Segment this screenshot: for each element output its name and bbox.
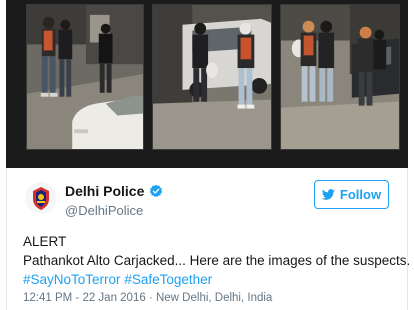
- meta-separator: ·: [145, 292, 156, 304]
- hashtag-link[interactable]: #SafeTogether: [124, 272, 212, 287]
- display-name[interactable]: Delhi Police: [65, 183, 144, 199]
- suspect-photo-3[interactable]: [280, 4, 400, 150]
- hashtag-link[interactable]: #SayNoToTerror: [23, 272, 121, 287]
- tweet-hashtags: #SayNoToTerror #SafeTogether: [23, 270, 399, 289]
- tweet-metadata: 12:41 PM - 22 Jan 2016 · New Delhi, Delh…: [23, 292, 272, 304]
- tweet-timestamp[interactable]: 12:41 PM - 22 Jan 2016: [23, 292, 146, 304]
- tweet-location[interactable]: New Delhi, Delhi, India: [156, 292, 272, 304]
- avatar[interactable]: [25, 182, 57, 214]
- tweet-text-line-1: ALERT: [23, 234, 67, 249]
- cctv-image-1: [27, 5, 143, 149]
- cctv-image-2: [153, 5, 271, 149]
- author-name-row: Delhi Police: [65, 183, 163, 199]
- tweet-text: ALERT Pathankot Alto Carjacked... Here a…: [23, 232, 411, 289]
- cctv-image-3: [281, 5, 399, 149]
- tweet-card: Delhi Police @DelhiPolice Follow ALERT P…: [6, 168, 411, 310]
- verified-badge-icon: [150, 184, 163, 198]
- tweet-text-line-2: Pathankot Alto Carjacked... Here are the…: [23, 253, 411, 268]
- suspect-photo-1[interactable]: [26, 4, 144, 150]
- delhi-police-logo-icon: [25, 182, 57, 214]
- suspect-photo-strip: [6, 0, 408, 168]
- follow-button-label: Follow: [339, 187, 382, 202]
- follow-button[interactable]: Follow: [314, 180, 389, 209]
- twitter-bird-icon: [321, 189, 335, 200]
- user-handle[interactable]: @DelhiPolice: [65, 203, 143, 218]
- suspect-photo-2[interactable]: [152, 4, 272, 150]
